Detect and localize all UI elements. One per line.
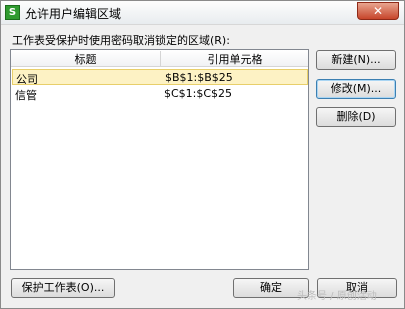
row-ref: $B$1:$B$25 (165, 71, 233, 84)
new-button[interactable]: 新建(N)... (316, 50, 396, 70)
column-header-title[interactable]: 标题 (11, 51, 161, 66)
app-icon: S (5, 5, 20, 20)
list-header: 标题 引用单元格 (11, 50, 308, 67)
delete-button[interactable]: 删除(D) (316, 107, 396, 127)
row-ref: $C$1:$C$25 (164, 87, 233, 100)
protect-sheet-button[interactable]: 保护工作表(O)... (11, 278, 115, 298)
ranges-label: 工作表受保护时使用密码取消锁定的区域(R): (12, 34, 230, 47)
row-title: 公司 (16, 73, 38, 86)
watermark: 头条号 / 原创活动 (297, 291, 377, 302)
title-bar: S 允许用户编辑区域 ✕ (1, 1, 404, 25)
dialog-window: S 允许用户编辑区域 ✕ 工作表受保护时使用密码取消锁定的区域(R): 标题 引… (0, 0, 405, 309)
close-button[interactable]: ✕ (357, 2, 399, 20)
window-title: 允许用户编辑区域 (25, 7, 122, 21)
modify-button[interactable]: 修改(M)... (316, 79, 396, 99)
ranges-list[interactable]: 标题 引用单元格 公司 $B$1:$B$25 信管 $C$1:$C$25 (10, 49, 309, 270)
table-row[interactable]: 公司 $B$1:$B$25 (12, 69, 308, 86)
table-row[interactable]: 信管 $C$1:$C$25 (12, 86, 308, 102)
column-header-refers-to[interactable]: 引用单元格 (162, 51, 308, 66)
row-title: 信管 (15, 89, 37, 102)
